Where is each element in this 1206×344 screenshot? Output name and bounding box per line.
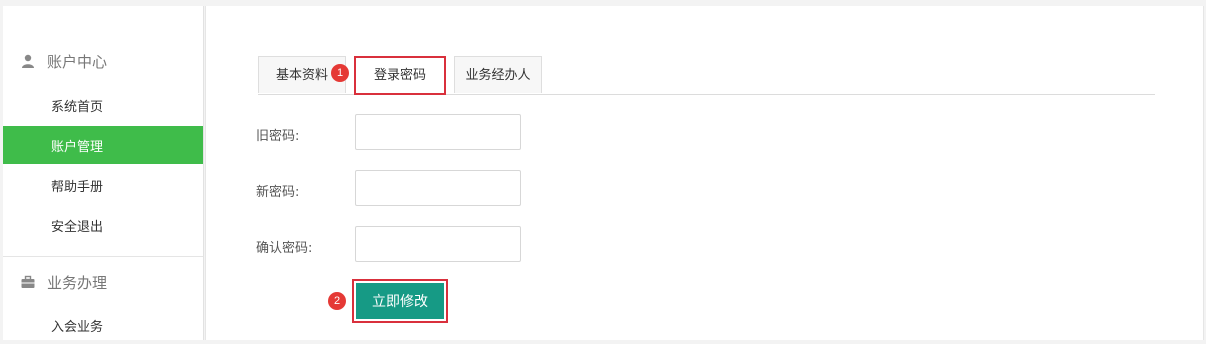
sidebar-item-home[interactable]: 系统首页 <box>3 86 203 124</box>
tab-login-password[interactable]: 登录密码 <box>354 56 446 95</box>
sidebar-item-label: 帮助手册 <box>51 179 104 195</box>
confirm-password-label: 确认密码: <box>256 241 313 256</box>
submit-button[interactable]: 立即修改 <box>356 283 444 319</box>
tab-business-agent[interactable]: 业务经办人 <box>454 56 542 93</box>
old-password-label: 旧密码: <box>256 129 300 144</box>
step-badge-2: 2 <box>328 292 346 310</box>
confirm-password-input[interactable] <box>355 226 521 262</box>
main-panel: 基本资料 登录密码 业务经办人 1 旧密码: 新密码: 确认密码: 2 立即修改 <box>205 6 1204 340</box>
sidebar: 账户中心 系统首页 账户管理 帮助手册 安全退出 业务办理 入会业务 <box>3 6 204 340</box>
sidebar-item-label: 账户管理 <box>51 139 104 155</box>
old-password-input[interactable] <box>355 114 521 150</box>
new-password-label: 新密码: <box>256 185 300 200</box>
tab-label: 登录密码 <box>373 68 426 83</box>
sidebar-item-label: 安全退出 <box>51 219 104 235</box>
user-icon <box>21 54 35 68</box>
tab-bar: 基本资料 登录密码 业务经办人 <box>258 56 1155 95</box>
sidebar-item-label: 系统首页 <box>51 99 104 115</box>
tab-label: 基本资料 <box>275 68 328 83</box>
new-password-input[interactable] <box>355 170 521 206</box>
step-badge-1: 1 <box>331 64 349 82</box>
tab-label: 业务经办人 <box>465 68 531 83</box>
sidebar-item-label: 入会业务 <box>51 319 104 335</box>
submit-highlight: 立即修改 <box>352 279 448 323</box>
briefcase-icon <box>21 275 35 289</box>
section-account-center: 账户中心 <box>3 49 203 73</box>
sidebar-item-account-management[interactable]: 账户管理 <box>3 126 203 164</box>
sidebar-item-membership[interactable]: 入会业务 <box>3 306 203 344</box>
section-title: 账户中心 <box>47 52 108 71</box>
sidebar-item-help[interactable]: 帮助手册 <box>3 166 203 204</box>
section-title: 业务办理 <box>47 273 108 292</box>
sidebar-item-logout[interactable]: 安全退出 <box>3 206 203 244</box>
section-business: 业务办理 <box>3 270 203 294</box>
sidebar-divider <box>3 256 203 257</box>
